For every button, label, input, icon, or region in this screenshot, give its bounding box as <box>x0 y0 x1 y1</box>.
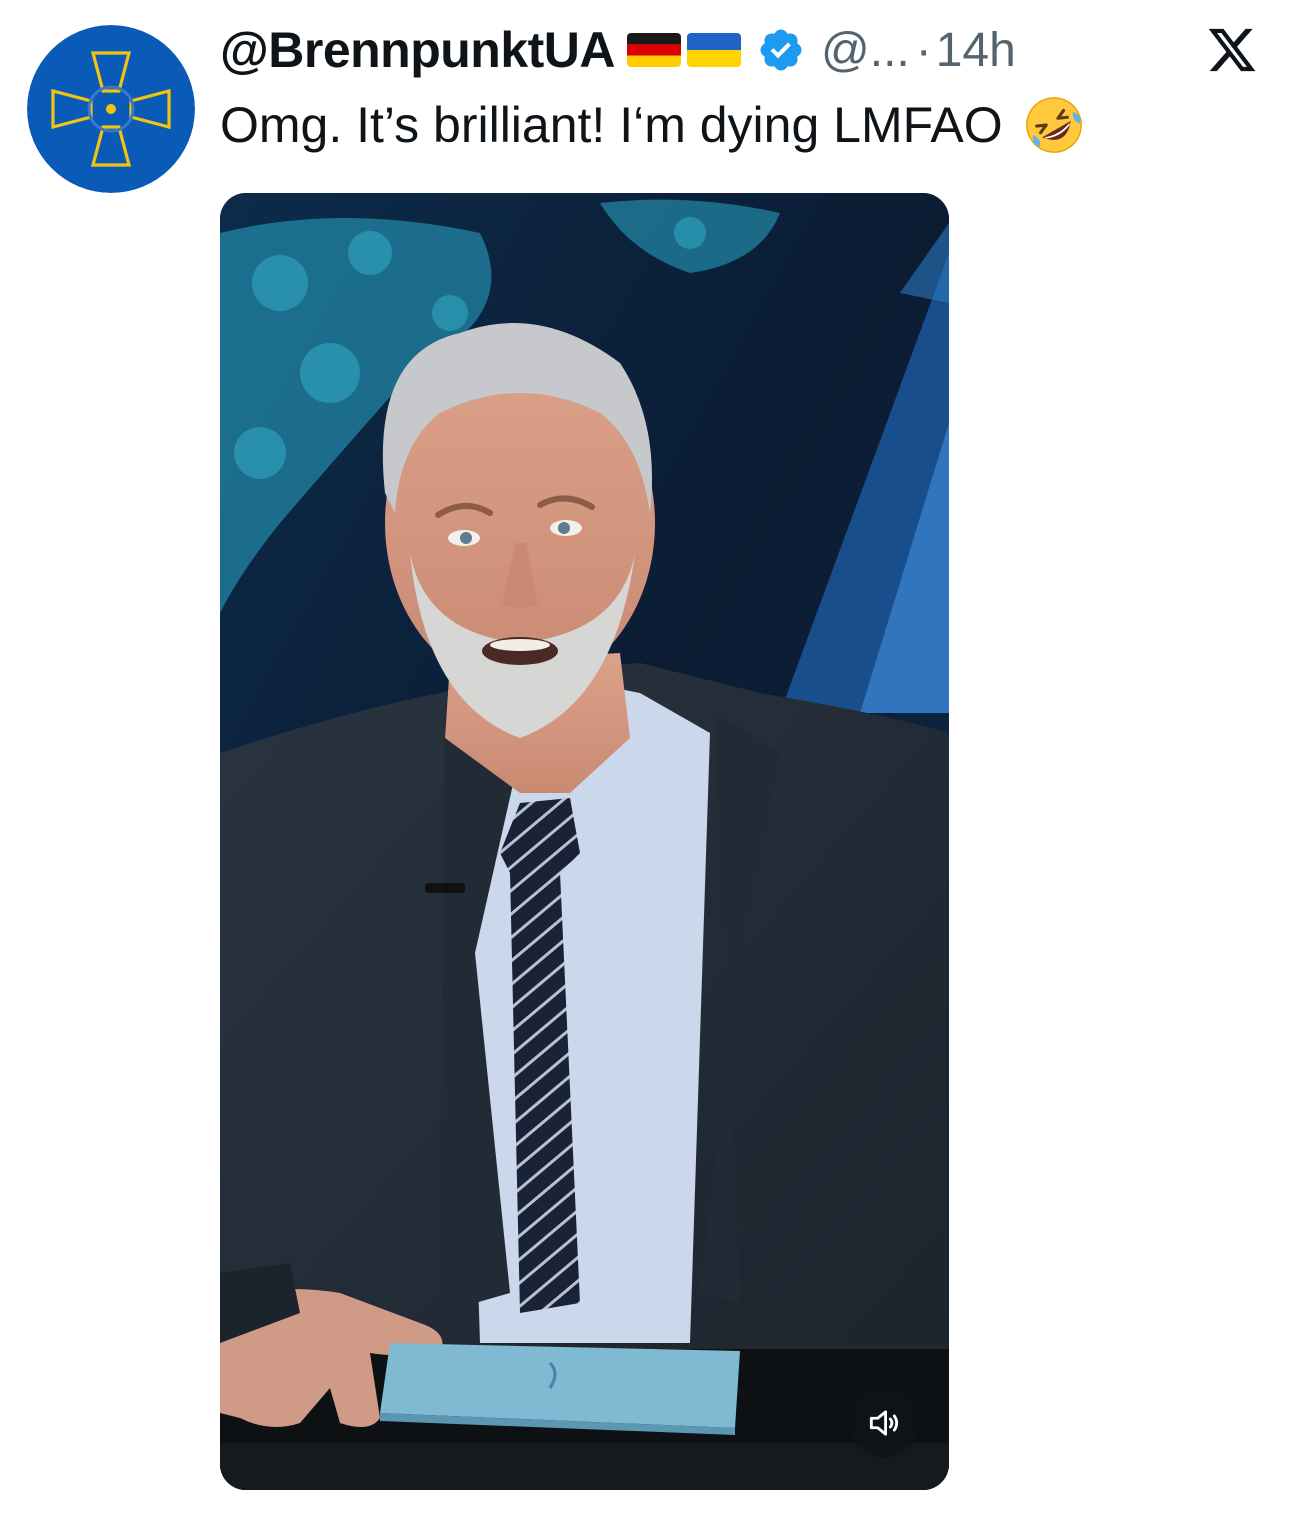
verified-badge-icon <box>757 26 805 74</box>
ukraine-cross-emblem-icon <box>27 25 195 193</box>
mute-button[interactable] <box>849 1388 919 1458</box>
timestamp[interactable]: 14h <box>936 23 1016 78</box>
tweet-header: @BrennpunktUA @... · 14h <box>220 18 1016 82</box>
display-name[interactable]: @BrennpunktUA <box>220 21 616 79</box>
avatar[interactable] <box>27 25 195 193</box>
video-player[interactable] <box>220 193 949 1490</box>
speaker-icon <box>869 1410 899 1436</box>
video-frame <box>220 193 949 1490</box>
handle[interactable]: @... <box>821 23 910 78</box>
tweet-text: Omg. It’s brilliant! I‘m dying LMFAO <box>220 97 1003 153</box>
separator-dot: · <box>915 23 932 77</box>
x-logo-icon <box>1206 24 1258 76</box>
rolling-on-floor-laughing-emoji <box>1023 94 1085 156</box>
germany-flag-icon <box>627 33 682 67</box>
tweet-text-row: Omg. It’s brilliant! I‘m dying LMFAO <box>220 94 1085 156</box>
ukraine-flag-icon <box>687 33 742 67</box>
